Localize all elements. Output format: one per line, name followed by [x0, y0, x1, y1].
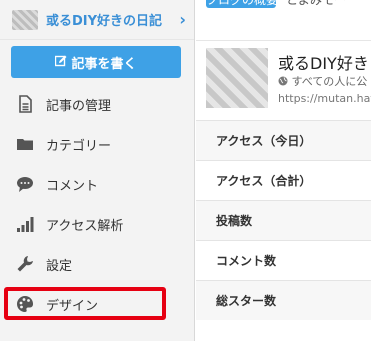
sidebar-item-label: 設定 — [46, 258, 73, 274]
tab-reader[interactable]: とよみモー — [286, 0, 346, 34]
folder-icon — [16, 135, 34, 153]
stat-row-posts: 投稿数 — [196, 200, 371, 240]
stat-row-access-today: アクセス（今日） — [196, 120, 371, 160]
blog-thumbnail — [12, 9, 38, 30]
palette-icon — [16, 295, 34, 313]
sidebar-item-label: アクセス解析 — [46, 218, 124, 234]
blog-card: 或るDIY好き すべての人に公 https://mutan.hate — [206, 48, 371, 110]
sidebar-item-categories[interactable]: カテゴリー — [0, 124, 194, 164]
sidebar-menu: 記事の管理 カテゴリー コメント アクセス解析 設定 デザイン — [0, 84, 194, 324]
speech-bubble-icon — [16, 175, 34, 193]
sidebar-item-design[interactable]: デザイン — [0, 284, 194, 324]
globe-icon — [278, 75, 292, 88]
sidebar-item-label: カテゴリー — [46, 138, 112, 154]
pencil-icon — [55, 55, 67, 70]
sidebar-item-settings[interactable]: 設定 — [0, 244, 194, 284]
blog-card-subtitle: すべての人に公 — [291, 75, 368, 88]
blog-card-visibility: すべての人に公 — [278, 73, 367, 89]
sidebar-item-label: 記事の管理 — [46, 98, 112, 114]
sidebar-item-label: コメント — [46, 178, 99, 194]
sidebar: 或るDIY好きの日記 › 記事を書く 記事の管理 カテゴリー コメント アクセス… — [0, 0, 195, 341]
blog-card-title[interactable]: 或るDIY好き — [278, 50, 369, 74]
blog-switcher[interactable]: 或るDIY好きの日記 › — [0, 0, 194, 40]
stats-table: アクセス（今日） アクセス（合計） 投稿数 コメント数 総スター数 — [196, 120, 371, 320]
write-article-label: 記事を書く — [71, 56, 137, 72]
sidebar-item-articles[interactable]: 記事の管理 — [0, 84, 194, 124]
stat-row-access-total: アクセス（合計） — [196, 160, 371, 200]
bar-chart-icon — [16, 215, 34, 233]
main-content: ブログの概要 とよみモー 或るDIY好き すべての人に公 https://mut… — [196, 0, 371, 341]
blog-name[interactable]: 或るDIY好きの日記 — [46, 10, 179, 29]
tab-bar: ブログの概要 とよみモー — [196, 0, 371, 41]
sidebar-item-analytics[interactable]: アクセス解析 — [0, 204, 194, 244]
write-article-button[interactable]: 記事を書く — [11, 46, 181, 78]
document-icon — [16, 95, 34, 113]
wrench-icon — [16, 255, 34, 273]
stat-row-stars: 総スター数 — [196, 280, 371, 320]
sidebar-item-comments[interactable]: コメント — [0, 164, 194, 204]
blog-card-thumbnail — [206, 48, 268, 108]
tab-blog-overview[interactable]: ブログの概要 — [206, 0, 278, 8]
sidebar-item-label: デザイン — [46, 298, 99, 314]
stat-row-comments: コメント数 — [196, 240, 371, 280]
chevron-right-icon[interactable]: › — [179, 10, 186, 29]
blog-card-url[interactable]: https://mutan.hate — [278, 92, 371, 105]
